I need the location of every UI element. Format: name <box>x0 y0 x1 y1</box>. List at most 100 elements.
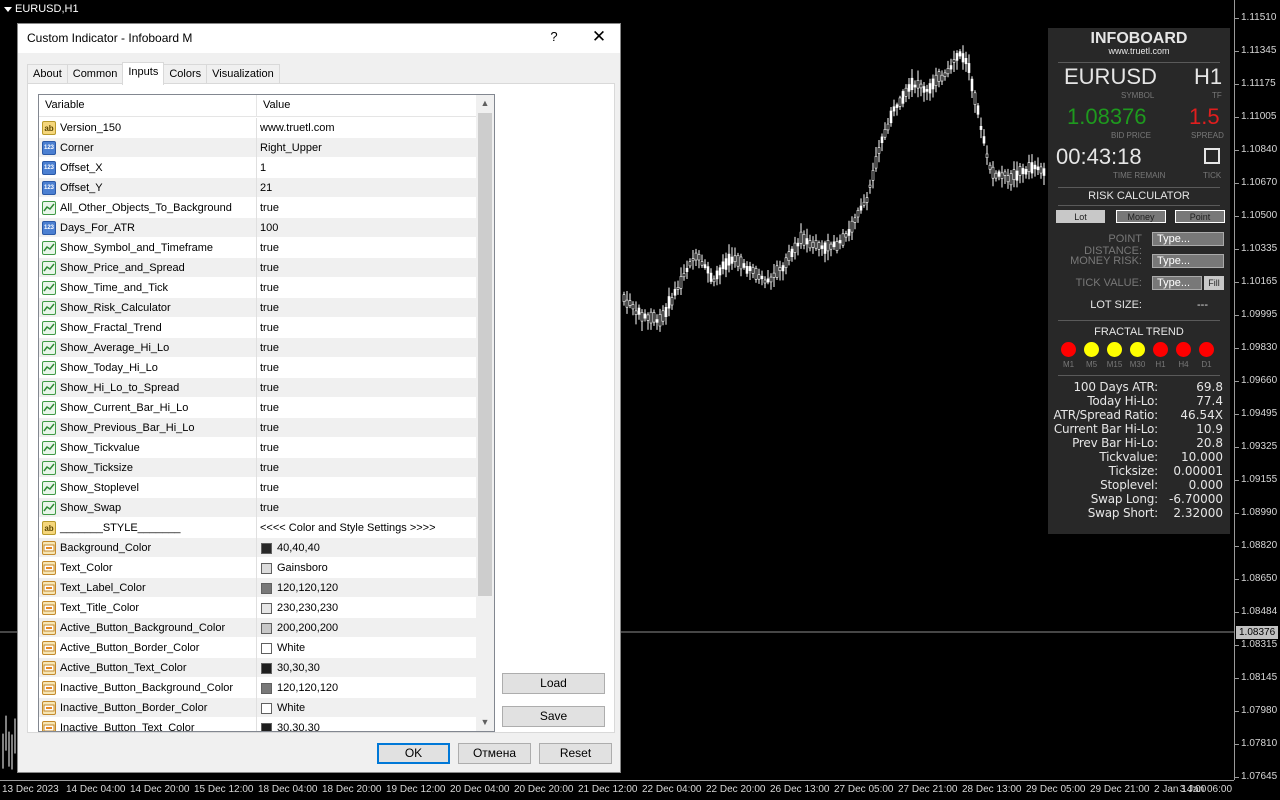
input-row[interactable]: Show_Time_and_Tick true <box>39 278 476 298</box>
input-row[interactable]: Inactive_Button_Background_Color 120,120,… <box>39 678 476 698</box>
input-value[interactable]: 30,30,30 <box>277 662 320 674</box>
input-value[interactable]: true <box>260 442 279 454</box>
input-row[interactable]: Show_Previous_Bar_Hi_Lo true <box>39 418 476 438</box>
point-button[interactable]: Point <box>1175 210 1225 223</box>
time-axis[interactable]: 13 Dec 2023 14 Dec 04:00 14 Dec 20:00 15 De… <box>0 780 1234 800</box>
input-row[interactable]: Text_Label_Color 120,120,120 <box>39 578 476 598</box>
input-row[interactable]: Show_Stoplevel true <box>39 478 476 498</box>
ok-button[interactable]: OK <box>377 743 450 764</box>
tab-colors[interactable]: Colors <box>163 64 208 84</box>
input-row[interactable]: Show_Risk_Calculator true <box>39 298 476 318</box>
load-button[interactable]: Load <box>502 673 605 694</box>
input-row[interactable]: All_Other_Objects_To_Background true <box>39 198 476 218</box>
input-row[interactable]: ab _______STYLE_______ <<<< Color and Styl… <box>39 518 476 538</box>
cancel-button[interactable]: Отмена <box>458 743 531 764</box>
tab-common[interactable]: Common <box>66 64 124 84</box>
input-value[interactable]: 40,40,40 <box>277 542 320 554</box>
collapse-triangle-icon[interactable] <box>4 6 12 12</box>
input-value[interactable]: 21 <box>260 182 272 194</box>
color-swatch[interactable] <box>261 623 272 634</box>
input-row[interactable]: 123 Corner Right_Upper <box>39 138 476 158</box>
input-value[interactable]: 120,120,120 <box>277 682 338 694</box>
help-icon[interactable]: ? <box>545 29 563 47</box>
input-value[interactable]: true <box>260 362 279 374</box>
tick-checkbox[interactable] <box>1204 148 1220 164</box>
money-button[interactable]: Money <box>1116 210 1166 223</box>
input-row[interactable]: 123 Offset_Y 21 <box>39 178 476 198</box>
scroll-thumb[interactable] <box>478 113 492 596</box>
input-row[interactable]: 123 Offset_X 1 <box>39 158 476 178</box>
input-value[interactable]: 230,230,230 <box>277 602 338 614</box>
input-value[interactable]: true <box>260 402 279 414</box>
input-row[interactable]: Text_Color Gainsboro <box>39 558 476 578</box>
input-value[interactable]: <<<< Color and Style Settings >>>> <box>260 522 436 534</box>
input-row[interactable]: Show_Ticksize true <box>39 458 476 478</box>
input-value[interactable]: true <box>260 322 279 334</box>
input-row[interactable]: Show_Fractal_Trend true <box>39 318 476 338</box>
tab-about[interactable]: About <box>27 64 68 84</box>
point-distance-input[interactable]: Type... <box>1152 232 1224 246</box>
input-value[interactable]: true <box>260 262 279 274</box>
input-row[interactable]: Show_Average_Hi_Lo true <box>39 338 476 358</box>
input-row[interactable]: Background_Color 40,40,40 <box>39 538 476 558</box>
input-row[interactable]: Show_Tickvalue true <box>39 438 476 458</box>
color-swatch[interactable] <box>261 643 272 654</box>
input-row[interactable]: Text_Title_Color 230,230,230 <box>39 598 476 618</box>
dialog-titlebar[interactable]: Custom Indicator - Infoboard M ? ✕ <box>18 24 620 53</box>
input-row[interactable]: Active_Button_Text_Color 30,30,30 <box>39 658 476 678</box>
input-value[interactable]: true <box>260 302 279 314</box>
price-axis[interactable]: 1.11510 1.11345 1.11175 1.11005 1.10840 1.106… <box>1234 0 1280 782</box>
color-swatch[interactable] <box>261 603 272 614</box>
color-swatch[interactable] <box>261 583 272 594</box>
input-value[interactable]: 200,200,200 <box>277 622 338 634</box>
tick-value-input[interactable]: Type... <box>1152 276 1202 290</box>
input-value[interactable]: true <box>260 202 279 214</box>
tab-inputs[interactable]: Inputs <box>122 62 165 85</box>
input-row[interactable]: Active_Button_Background_Color 200,200,20… <box>39 618 476 638</box>
input-value[interactable]: true <box>260 242 279 254</box>
column-divider[interactable] <box>256 95 257 117</box>
input-row[interactable]: Show_Swap true <box>39 498 476 518</box>
input-row[interactable]: Show_Price_and_Spread true <box>39 258 476 278</box>
color-swatch[interactable] <box>261 723 272 731</box>
color-swatch[interactable] <box>261 663 272 674</box>
input-row[interactable]: ab Version_150 www.truetl.com <box>39 118 476 138</box>
input-value[interactable]: www.truetl.com <box>260 122 335 134</box>
column-header-variable[interactable]: Variable <box>45 99 85 111</box>
color-swatch[interactable] <box>261 543 272 554</box>
vertical-scrollbar[interactable]: ▲ ▼ <box>476 95 494 731</box>
column-header-value[interactable]: Value <box>263 99 290 111</box>
color-swatch[interactable] <box>261 563 272 574</box>
chart-symbol-header[interactable]: EURUSD,H1 <box>4 3 79 15</box>
input-value[interactable]: true <box>260 462 279 474</box>
reset-button[interactable]: Reset <box>539 743 612 764</box>
input-value[interactable]: 1 <box>260 162 266 174</box>
fill-button[interactable]: Fill <box>1204 276 1224 290</box>
input-value[interactable]: Gainsboro <box>277 562 328 574</box>
scroll-down-icon[interactable]: ▼ <box>476 714 494 731</box>
input-value[interactable]: 30,30,30 <box>277 722 320 731</box>
input-row[interactable]: Show_Today_Hi_Lo true <box>39 358 476 378</box>
color-swatch[interactable] <box>261 683 272 694</box>
color-swatch[interactable] <box>261 703 272 714</box>
input-row[interactable]: Show_Current_Bar_Hi_Lo true <box>39 398 476 418</box>
save-button[interactable]: Save <box>502 706 605 727</box>
tab-visualization[interactable]: Visualization <box>206 64 280 84</box>
input-value[interactable]: White <box>277 702 305 714</box>
lot-button[interactable]: Lot <box>1056 210 1105 223</box>
input-row[interactable]: Show_Hi_Lo_to_Spread true <box>39 378 476 398</box>
input-value[interactable]: true <box>260 502 279 514</box>
close-icon[interactable]: ✕ <box>589 27 609 49</box>
input-value[interactable]: White <box>277 642 305 654</box>
input-row[interactable]: Inactive_Button_Text_Color 30,30,30 <box>39 718 476 731</box>
input-row[interactable]: Active_Button_Border_Color White <box>39 638 476 658</box>
input-value[interactable]: true <box>260 282 279 294</box>
scroll-up-icon[interactable]: ▲ <box>476 95 494 112</box>
input-row[interactable]: Show_Symbol_and_Timeframe true <box>39 238 476 258</box>
input-row[interactable]: Inactive_Button_Border_Color White <box>39 698 476 718</box>
input-value[interactable]: true <box>260 342 279 354</box>
input-value[interactable]: 120,120,120 <box>277 582 338 594</box>
input-value[interactable]: true <box>260 422 279 434</box>
input-value[interactable]: Right_Upper <box>260 142 322 154</box>
input-value[interactable]: true <box>260 482 279 494</box>
